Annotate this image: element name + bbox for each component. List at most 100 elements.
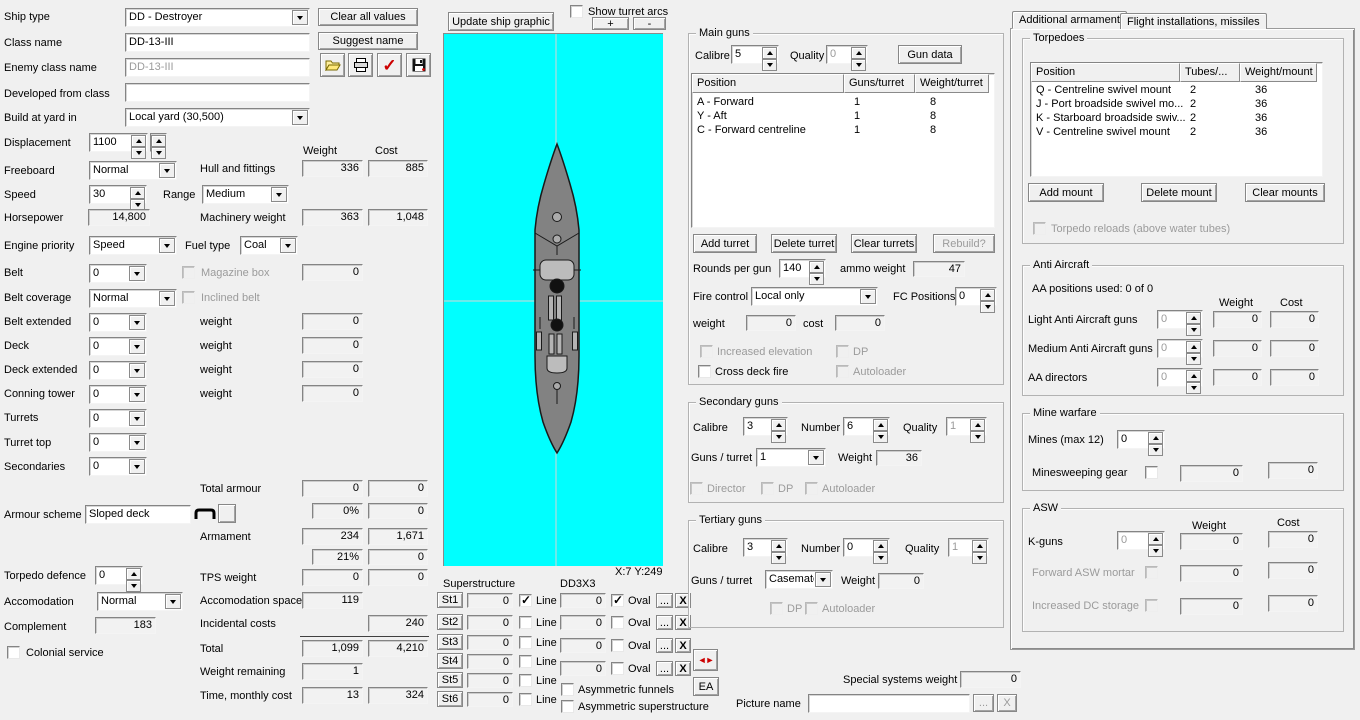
torpedoes-table-header[interactable]: Position Tubes/... Weight/mount: [1031, 63, 1317, 82]
torpedo-row[interactable]: Q - Centreline swivel mount 2 36: [1031, 84, 1332, 96]
rounds-per-gun-stepper[interactable]: 140: [779, 259, 826, 285]
fire-control-dropdown[interactable]: Local only: [751, 287, 878, 306]
oval1-checkbox[interactable]: [611, 593, 624, 607]
colonial-service-checkbox[interactable]: [7, 646, 20, 659]
oval4-checkbox[interactable]: [611, 662, 624, 675]
deck-dropdown[interactable]: 0: [89, 337, 147, 356]
torpedo-defence-stepper[interactable]: 0: [95, 566, 143, 592]
main-guns-row[interactable]: A - Forward 1 8: [692, 96, 1004, 108]
gun-data-button[interactable]: Gun data: [898, 45, 962, 64]
mg-quality-stepper[interactable]: 0: [826, 45, 868, 71]
spin-up-icon[interactable]: [1186, 370, 1201, 382]
spin-down-icon[interactable]: [1148, 545, 1163, 557]
fuel-type-dropdown[interactable]: Coal: [240, 236, 298, 255]
main-guns-row[interactable]: C - Forward centreline 1 8: [692, 124, 1004, 136]
st2-button[interactable]: St2: [437, 614, 463, 630]
spin-up-icon[interactable]: [970, 419, 985, 431]
asymmetric-funnels-checkbox[interactable]: [561, 683, 574, 696]
clear-turrets-button[interactable]: Clear turrets: [851, 234, 917, 253]
mg-header-guns[interactable]: Guns/turret: [844, 74, 915, 93]
enemy-class-input[interactable]: DD-13-III: [125, 58, 310, 77]
tg-calibre-stepper[interactable]: 3: [743, 538, 788, 564]
st1-button[interactable]: St1: [437, 592, 463, 608]
class-name-input[interactable]: DD-13-III: [125, 33, 310, 52]
chevron-down-icon[interactable]: [129, 315, 145, 330]
spin-up-icon[interactable]: [1148, 432, 1163, 444]
chevron-down-icon[interactable]: [159, 291, 175, 306]
belt-dropdown[interactable]: 0: [89, 264, 147, 283]
belt-coverage-dropdown[interactable]: Normal: [89, 289, 177, 308]
chevron-down-icon[interactable]: [165, 594, 181, 609]
oval4-browse-button[interactable]: ...: [656, 661, 673, 676]
displacement-extra-stepper[interactable]: [150, 133, 167, 159]
st4-line-checkbox[interactable]: [519, 655, 532, 668]
fc-positions-stepper[interactable]: 0: [955, 287, 997, 313]
chevron-down-icon[interactable]: [292, 110, 308, 125]
mines-stepper[interactable]: 0: [1117, 430, 1165, 456]
cross-deck-fire-checkbox[interactable]: [698, 365, 711, 378]
conning-tower-dropdown[interactable]: 0: [89, 385, 147, 404]
add-turret-button[interactable]: Add turret: [693, 234, 757, 253]
oval2-checkbox[interactable]: [611, 616, 624, 629]
sg-calibre-stepper[interactable]: 3: [743, 417, 788, 443]
chevron-down-icon[interactable]: [292, 10, 308, 25]
st5-button[interactable]: St5: [437, 672, 463, 688]
print-button[interactable]: [348, 53, 373, 77]
st4-button[interactable]: St4: [437, 653, 463, 669]
torpedo-row[interactable]: K - Starboard broadside swiv... 2 36: [1031, 112, 1332, 124]
chevron-down-icon[interactable]: [280, 238, 296, 253]
spin-down-icon[interactable]: [771, 552, 786, 564]
accomodation-dropdown[interactable]: Normal: [97, 592, 183, 611]
update-ship-graphic-button[interactable]: Update ship graphic: [448, 12, 554, 31]
chevron-down-icon[interactable]: [815, 572, 831, 587]
oval3-delete-button[interactable]: X: [675, 638, 691, 653]
chevron-down-icon[interactable]: [271, 187, 287, 202]
chevron-down-icon[interactable]: [860, 289, 876, 304]
spin-down-icon[interactable]: [873, 431, 888, 443]
developed-from-input[interactable]: [125, 83, 310, 102]
spin-down-icon[interactable]: [1186, 382, 1201, 394]
spin-up-icon[interactable]: [873, 419, 888, 431]
st3-button[interactable]: St3: [437, 634, 463, 650]
delete-mount-button[interactable]: Delete mount: [1141, 183, 1217, 202]
delete-turret-button[interactable]: Delete turret: [771, 234, 837, 253]
sg-number-stepper[interactable]: 6: [843, 417, 890, 443]
spin-down-icon[interactable]: [851, 59, 866, 71]
spin-down-icon[interactable]: [972, 552, 987, 564]
displacement-stepper[interactable]: 1100: [89, 133, 148, 159]
st5-line-checkbox[interactable]: [519, 674, 532, 687]
chevron-down-icon[interactable]: [159, 238, 175, 253]
turret-top-dropdown[interactable]: 0: [89, 433, 147, 452]
oval2-browse-button[interactable]: ...: [656, 615, 673, 630]
tp-header-position[interactable]: Position: [1031, 63, 1180, 82]
spin-down-icon[interactable]: [762, 59, 777, 71]
oval3-browse-button[interactable]: ...: [656, 638, 673, 653]
medium-aa-stepper[interactable]: 0: [1157, 339, 1203, 365]
main-guns-table-header[interactable]: Position Guns/turret Weight/turret: [692, 74, 989, 93]
tg-quality-stepper[interactable]: 1: [948, 538, 989, 564]
chevron-down-icon[interactable]: [129, 459, 145, 474]
oval3-checkbox[interactable]: [611, 639, 624, 652]
armour-scheme-value[interactable]: Sloped deck: [85, 505, 191, 524]
main-guns-row[interactable]: Y - Aft 1 8: [692, 110, 1004, 122]
tg-guns-turret-dropdown[interactable]: Casemate:: [765, 570, 833, 589]
tp-header-weight[interactable]: Weight/mount: [1240, 63, 1317, 82]
deck-extended-dropdown[interactable]: 0: [89, 361, 147, 380]
clear-all-values-button[interactable]: Clear all values: [318, 8, 418, 26]
armour-scheme-button[interactable]: [218, 504, 236, 523]
st3-line-checkbox[interactable]: [519, 636, 532, 649]
chevron-down-icon[interactable]: [129, 435, 145, 450]
mg-header-weight[interactable]: Weight/turret: [915, 74, 989, 93]
engine-priority-dropdown[interactable]: Speed: [89, 236, 177, 255]
spin-up-icon[interactable]: [151, 135, 166, 147]
sg-guns-turret-dropdown[interactable]: 1: [756, 448, 826, 467]
zoom-in-button[interactable]: +: [592, 17, 629, 30]
spin-up-icon[interactable]: [873, 540, 888, 552]
show-turret-arcs-checkbox[interactable]: [570, 5, 583, 18]
chevron-down-icon[interactable]: [159, 163, 175, 178]
mirror-button[interactable]: ◄►: [693, 649, 718, 671]
spin-down-icon[interactable]: [809, 273, 824, 285]
save-button[interactable]: [406, 53, 431, 77]
spin-down-icon[interactable]: [1148, 444, 1163, 456]
ship-graphic-canvas[interactable]: [443, 33, 663, 566]
